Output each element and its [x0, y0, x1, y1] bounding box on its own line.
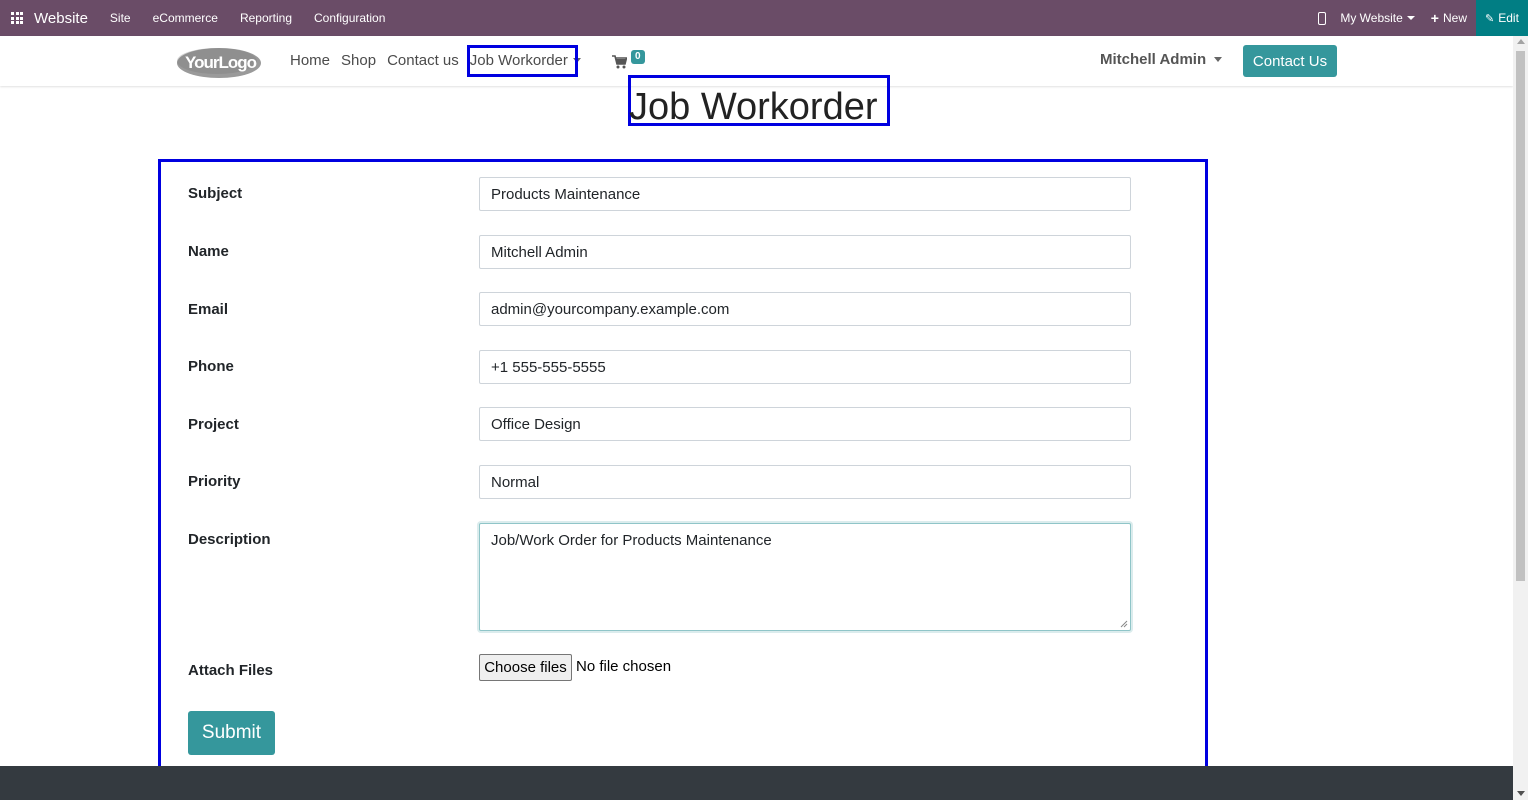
- website-selector-label: My Website: [1340, 11, 1403, 25]
- edit-button[interactable]: ✎ Edit: [1476, 0, 1528, 36]
- email-label: Email: [188, 301, 229, 318]
- choose-files-button[interactable]: Choose files: [479, 654, 572, 681]
- website-navbar: YourLogo Home Shop Contact us Job Workor…: [0, 36, 1513, 86]
- page-scrollbar[interactable]: [1513, 36, 1528, 800]
- scrollbar-thumb[interactable]: [1516, 51, 1525, 581]
- description-textarea[interactable]: Job/Work Order for Products Maintenance: [479, 523, 1131, 631]
- website-selector[interactable]: My Website: [1340, 11, 1415, 25]
- admin-bar: Website Site eCommerce Reporting Configu…: [0, 0, 1528, 36]
- menu-configuration[interactable]: Configuration: [314, 11, 385, 25]
- menu-ecommerce[interactable]: eCommerce: [153, 11, 218, 25]
- nav-links: Home Shop Contact us Job Workorder: [290, 36, 581, 84]
- new-button-label: New: [1442, 11, 1467, 25]
- resize-grip-icon[interactable]: [1120, 620, 1128, 628]
- submit-button[interactable]: Submit: [188, 711, 275, 755]
- priority-label: Priority: [188, 473, 241, 490]
- nav-shop[interactable]: Shop: [341, 52, 376, 69]
- admin-menu: Site eCommerce Reporting Configuration: [110, 11, 407, 25]
- app-name[interactable]: Website: [34, 10, 88, 27]
- email-field[interactable]: admin@yourcompany.example.com: [479, 292, 1131, 326]
- phone-field[interactable]: +1 555-555-5555: [479, 350, 1131, 384]
- priority-field[interactable]: Normal: [479, 465, 1131, 499]
- name-field[interactable]: Mitchell Admin: [479, 235, 1131, 269]
- menu-site[interactable]: Site: [110, 11, 131, 25]
- plus-icon: +: [1430, 10, 1439, 26]
- chevron-down-icon: [572, 57, 581, 63]
- user-name: Mitchell Admin: [1100, 51, 1207, 68]
- scroll-down-arrow-icon[interactable]: [1517, 791, 1525, 796]
- chevron-down-icon: [1406, 16, 1415, 20]
- edit-button-label: Edit: [1498, 11, 1519, 25]
- contact-us-button[interactable]: Contact Us: [1243, 45, 1337, 77]
- nav-job-workorder-dropdown[interactable]: Job Workorder: [470, 52, 581, 69]
- pencil-icon: ✎: [1485, 12, 1495, 25]
- admin-right-tools: My Website + New ✎ Edit: [1318, 0, 1528, 36]
- apps-grid-icon[interactable]: [11, 12, 23, 24]
- user-menu[interactable]: Mitchell Admin: [1100, 51, 1223, 68]
- new-button[interactable]: + New: [1431, 10, 1467, 26]
- cart-count-badge: 0: [631, 50, 645, 64]
- cart[interactable]: 0: [612, 50, 652, 72]
- project-label: Project: [188, 416, 239, 433]
- nav-contact-us[interactable]: Contact us: [387, 52, 459, 69]
- menu-reporting[interactable]: Reporting: [240, 11, 292, 25]
- description-label: Description: [188, 531, 271, 548]
- name-label: Name: [188, 243, 229, 260]
- nav-job-workorder[interactable]: Job Workorder: [470, 52, 568, 69]
- subject-field[interactable]: Products Maintenance: [479, 177, 1131, 211]
- scroll-up-arrow-icon[interactable]: [1517, 39, 1525, 44]
- subject-label: Subject: [188, 185, 243, 202]
- phone-label: Phone: [188, 358, 234, 375]
- attach-files-label: Attach Files: [188, 662, 274, 679]
- chevron-down-icon: [1214, 57, 1223, 62]
- file-status-text: No file chosen: [576, 658, 672, 675]
- cart-icon: [612, 55, 627, 69]
- footer: [0, 766, 1513, 800]
- description-text: Job/Work Order for Products Maintenance: [491, 532, 772, 549]
- page-title: Job Workorder: [629, 86, 878, 128]
- project-field[interactable]: Office Design: [479, 407, 1131, 441]
- logo-text: YourLogo: [185, 53, 257, 72]
- nav-home[interactable]: Home: [290, 52, 330, 69]
- mobile-icon[interactable]: [1318, 11, 1327, 25]
- logo[interactable]: YourLogo: [175, 46, 262, 79]
